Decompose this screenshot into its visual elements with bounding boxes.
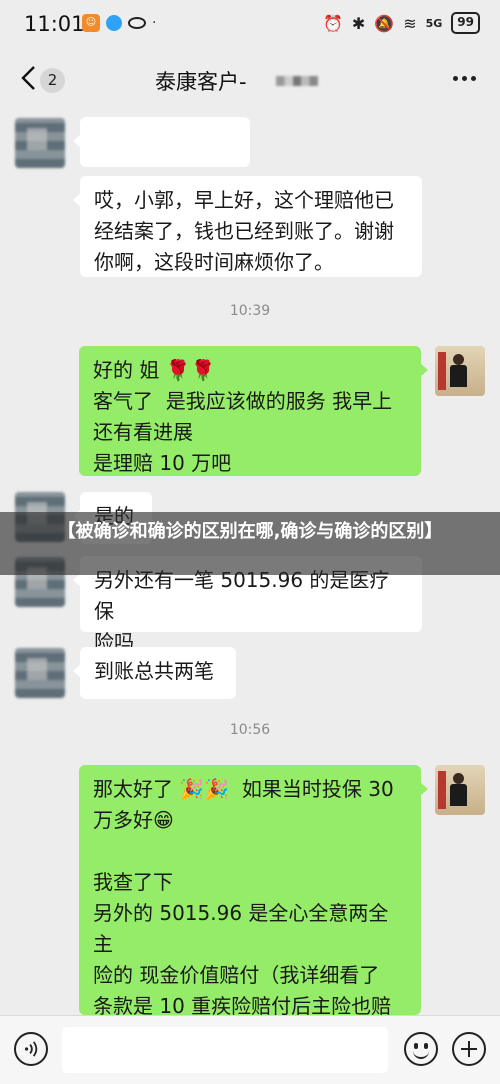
message-bubble[interactable]: 那太好了 🎉🎉 如果当时投保 30 万多好😁 我查了下 另外的 5015.96 … (79, 765, 428, 1049)
message-timestamp: 10:56 (229, 722, 271, 738)
contact-avatar[interactable] (15, 648, 65, 698)
emoji-button[interactable] (404, 1032, 438, 1066)
voice-input-toggle[interactable] (14, 1032, 48, 1066)
signal-5g-icon: 5G (425, 16, 443, 30)
more-options-button[interactable] (453, 68, 477, 88)
avatar-photo-detail (453, 773, 464, 784)
overlay-caption: 【被确诊和确诊的区别在哪,确诊与确诊的区别】 (0, 512, 500, 575)
message-timestamp: 10:39 (229, 303, 271, 319)
status-notification-icons: ☺ · (82, 14, 156, 32)
unread-count-badge: 2 (40, 68, 65, 93)
browser-notification-icon (106, 15, 122, 31)
contact-avatar[interactable] (15, 118, 65, 168)
plus-button[interactable] (452, 1032, 486, 1066)
more-notifications-icon: · (152, 15, 157, 31)
message-input[interactable] (62, 1027, 388, 1073)
message-bubble[interactable]: 好的 姐 🌹🌹 客气了 是我应该做的服务 我早上 还有看进展 是理赔 10 万吧 (79, 346, 428, 476)
voice-icon (24, 1041, 38, 1057)
avatar-photo-detail (450, 365, 467, 387)
battery-icon: 99 (451, 12, 480, 34)
avatar-photo-detail (450, 784, 467, 806)
avatar-photo-detail (438, 771, 446, 809)
voice-message[interactable]: 9" (73, 117, 250, 214)
message-bubble[interactable]: 哎，小郭，早上好，这个理赔他已 经结案了，钱也已经到账了。谢谢 你啊，这段时间麻… (73, 176, 422, 277)
input-bar (0, 1015, 500, 1084)
back-button[interactable] (16, 65, 42, 91)
avatar-photo-detail (438, 352, 446, 390)
self-avatar[interactable] (435, 765, 485, 815)
title-redacted-name (276, 76, 318, 86)
bluetooth-icon: ✱ (351, 13, 366, 33)
status-system-icons: ⏰ ✱ 🔕 ≋ 5G 99 (323, 12, 480, 34)
emoji-icon-mouth (413, 1049, 429, 1059)
wifi-icon: ≋ (403, 13, 417, 33)
more-dot (462, 75, 467, 81)
self-avatar[interactable] (435, 346, 485, 396)
more-dots-icon (453, 75, 458, 81)
status-time: 11:01 (24, 12, 85, 36)
more-dot (471, 75, 476, 81)
eye-icon (128, 17, 146, 29)
message-bubble[interactable]: 到账总共两笔 (73, 647, 236, 699)
mute-icon: 🔕 (374, 13, 395, 33)
chat-header: 2 泰康客户- (0, 48, 500, 108)
app-notification-icon: ☺ (82, 14, 100, 32)
chat-title: 泰康客户- (155, 70, 247, 94)
chevron-left-icon (21, 66, 35, 90)
status-bar: 11:01 ☺ · ⏰ ✱ 🔕 ≋ 5G 99 (0, 0, 500, 48)
avatar-photo-detail (453, 354, 464, 365)
alarm-icon: ⏰ (322, 13, 343, 33)
